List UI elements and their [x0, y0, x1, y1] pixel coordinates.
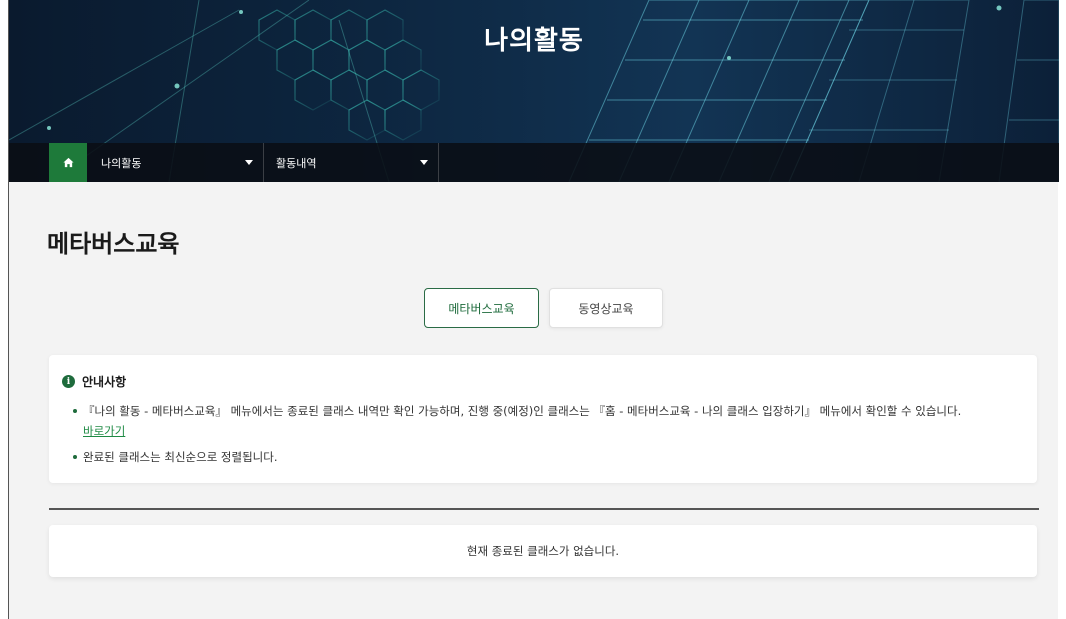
hero-title: 나의활동 — [484, 26, 584, 56]
caret-down-icon — [245, 160, 253, 165]
home-icon — [62, 157, 74, 168]
notice-list: 『나의 활동 - 메타버스교육』 메뉴에서는 종료된 클래스 내역만 확인 가능… — [73, 402, 1023, 474]
notice-item: 완료된 클래스는 최신순으로 정렬됩니다. — [73, 448, 1023, 466]
shortcut-link[interactable]: 바로가기 — [83, 422, 125, 440]
notice-item: 『나의 활동 - 메타버스교육』 메뉴에서는 종료된 클래스 내역만 확인 가능… — [73, 402, 1023, 440]
list-divider — [49, 508, 1039, 510]
location-menu-1-label: 나의활동 — [101, 156, 142, 170]
notice-header: i 안내사항 — [62, 373, 126, 390]
notice-item-text: 『나의 활동 - 메타버스교육』 메뉴에서는 종료된 클래스 내역만 확인 가능… — [83, 404, 962, 418]
notice-item-text: 완료된 클래스는 최신순으로 정렬됩니다. — [83, 450, 278, 464]
page-title: 메타버스교육 — [47, 230, 180, 258]
bullet-dot-icon — [73, 455, 77, 459]
tab-metaverse-education[interactable]: 메타버스교육 — [424, 288, 539, 328]
location-menu-2-label: 활동내역 — [276, 156, 317, 170]
info-icon: i — [62, 375, 75, 388]
location-menu-2-dropdown[interactable]: 활동내역 — [264, 143, 439, 182]
caret-down-icon — [420, 160, 428, 165]
location-menu-1-dropdown[interactable]: 나의활동 — [89, 143, 264, 182]
hero-banner: 나의활동 나의활동 활동내역 — [9, 0, 1059, 182]
page-frame: 나의활동 나의활동 활동내역 메타버스교육 메타버스교육 동영상교육 i 안내사… — [8, 0, 1059, 619]
empty-state-message: 현재 종료된 클래스가 없습니다. — [466, 544, 620, 558]
location-bar: 나의활동 활동내역 — [9, 143, 1059, 182]
bullet-dot-icon — [73, 409, 77, 413]
notice-box: i 안내사항 『나의 활동 - 메타버스교육』 메뉴에서는 종료된 클래스 내역… — [49, 355, 1037, 483]
notice-title: 안내사항 — [82, 375, 127, 389]
empty-state-box: 현재 종료된 클래스가 없습니다. — [49, 525, 1037, 577]
home-button[interactable] — [49, 143, 87, 182]
tab-video-education[interactable]: 동영상교육 — [549, 288, 663, 328]
